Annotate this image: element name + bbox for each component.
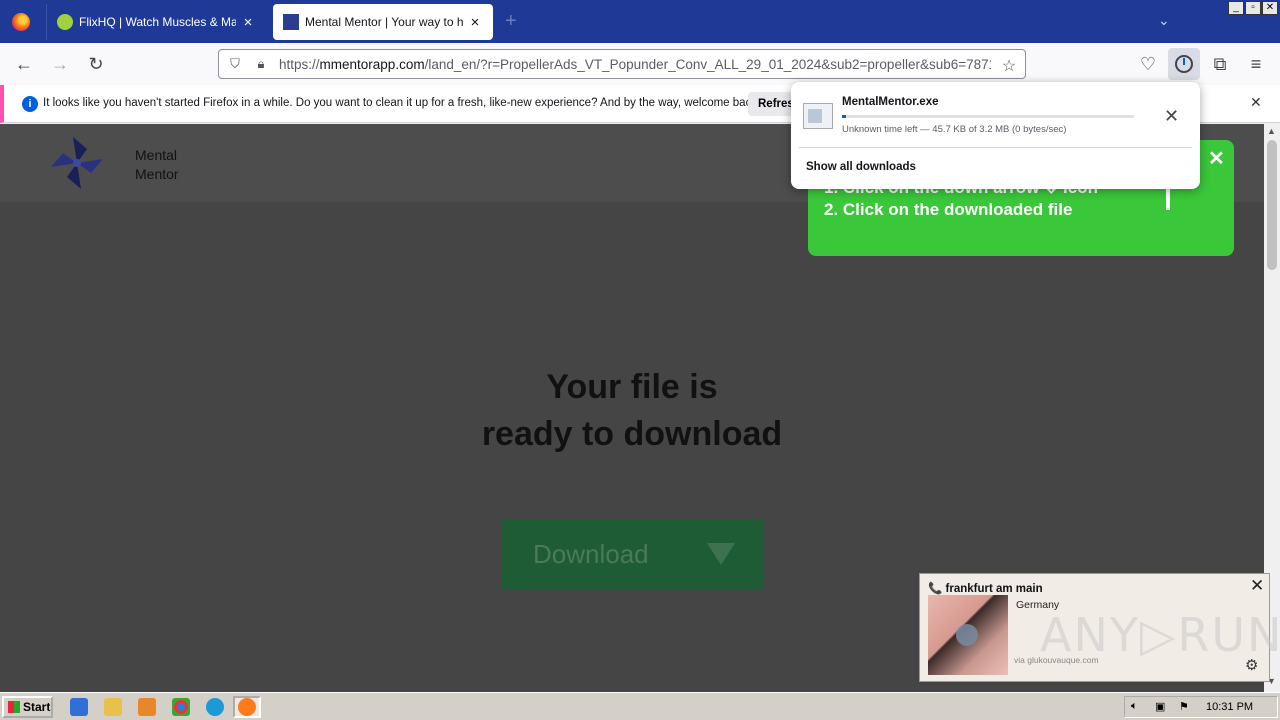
media-player-icon[interactable] bbox=[138, 698, 156, 716]
downloads-panel: MentalMentor.exe Unknown time left — 45.… bbox=[791, 82, 1200, 189]
instruction-step-2: 2. Click on the downloaded file bbox=[824, 200, 1073, 219]
forward-arrow-icon[interactable]: → bbox=[48, 52, 72, 76]
windows-flag-icon bbox=[8, 701, 20, 713]
anyrun-watermark: ANY▷RUN bbox=[1040, 608, 1280, 662]
new-tab-plus-icon[interactable]: + bbox=[505, 10, 517, 33]
refresh-firefox-button[interactable]: Refresh Firefox bbox=[748, 92, 796, 116]
brand-name: Mental Mentor bbox=[135, 146, 179, 184]
download-status: Unknown time left — 45.7 KB of 3.2 MB (0… bbox=[842, 124, 1067, 135]
close-tab-icon[interactable]: × bbox=[467, 14, 483, 31]
chrome-icon[interactable] bbox=[172, 698, 190, 716]
pocket-icon[interactable]: ♡ bbox=[1136, 52, 1160, 76]
firefox-view-button[interactable] bbox=[0, 0, 42, 43]
hamburger-menu-icon[interactable]: ≡ bbox=[1244, 52, 1268, 76]
url-prefix: https:// bbox=[279, 57, 320, 72]
download-button-label: Download bbox=[533, 538, 649, 569]
firefox-taskbar-button[interactable] bbox=[233, 696, 261, 718]
mental-mentor-favicon-icon bbox=[283, 14, 299, 30]
close-tab-icon[interactable]: × bbox=[240, 14, 256, 31]
divider bbox=[799, 147, 1192, 148]
lock-icon[interactable]: 🔒︎ bbox=[253, 56, 269, 72]
exe-file-icon bbox=[803, 103, 833, 129]
maximize-button[interactable]: ▫ bbox=[1245, 1, 1261, 15]
action-center-flag-icon[interactable]: ⚑ bbox=[1179, 700, 1189, 713]
url-text[interactable]: https://mmentorapp.com/land_en/?r=Propel… bbox=[279, 57, 991, 72]
close-window-button[interactable]: ✕ bbox=[1262, 1, 1278, 15]
nav-bar: ← → ↻ ⛉ 🔒︎ https://mmentorapp.com/land_e… bbox=[0, 43, 1280, 85]
scroll-up-arrow-icon[interactable]: ▲ bbox=[1267, 126, 1276, 136]
extensions-puzzle-icon[interactable]: ⧉ bbox=[1208, 52, 1232, 76]
clock[interactable]: 10:31 PM bbox=[1206, 701, 1253, 713]
brand-line-1: Mental bbox=[135, 147, 178, 163]
file-explorer-icon[interactable] bbox=[104, 698, 122, 716]
down-triangle-icon bbox=[707, 543, 735, 565]
notification-text: It looks like you haven't started Firefo… bbox=[43, 97, 761, 109]
edge-icon[interactable] bbox=[206, 698, 224, 716]
download-progress-fill bbox=[842, 115, 847, 118]
tab-title: Mental Mentor | Your way to harm bbox=[305, 15, 463, 29]
download-progress-icon bbox=[1175, 55, 1193, 73]
cancel-download-icon[interactable]: ✕ bbox=[1164, 106, 1179, 127]
download-progress-bar bbox=[842, 115, 1134, 118]
info-icon: i bbox=[22, 96, 38, 112]
url-bar[interactable]: ⛉ 🔒︎ https://mmentorapp.com/land_en/?r=P… bbox=[218, 49, 1026, 79]
windows-taskbar: Start 🔈︎ ▣ ⚑ 10:31 PM bbox=[0, 692, 1280, 720]
reload-icon[interactable]: ↻ bbox=[84, 52, 108, 76]
firefox-icon bbox=[12, 12, 30, 31]
ad-title: 📞 frankfurt am main bbox=[928, 583, 1043, 595]
speaker-icon[interactable]: 🔈︎ bbox=[1131, 700, 1138, 713]
url-path: /land_en/?r=PropellerAds_VT_Popunder_Con… bbox=[424, 57, 991, 72]
close-icon[interactable]: ✕ bbox=[1208, 146, 1225, 171]
tab-flixhq[interactable]: FlixHQ | Watch Muscles & Mayhem × bbox=[46, 4, 266, 40]
download-file-name[interactable]: MentalMentor.exe bbox=[842, 96, 939, 108]
start-label: Start bbox=[23, 700, 51, 714]
list-all-tabs-chevron-icon[interactable]: ⌄ bbox=[1158, 12, 1170, 29]
mental-mentor-logo-icon bbox=[51, 137, 103, 189]
tracking-shield-icon[interactable]: ⛉ bbox=[227, 56, 243, 72]
downloads-button[interactable] bbox=[1168, 48, 1200, 80]
ad-thumbnail[interactable] bbox=[928, 595, 1008, 675]
play-icon[interactable] bbox=[956, 624, 978, 646]
bookmark-star-icon[interactable]: ☆ bbox=[1001, 56, 1017, 75]
ad-close-icon[interactable]: ✕ bbox=[1250, 576, 1264, 596]
minimize-button[interactable]: _ bbox=[1228, 1, 1244, 15]
tab-mental-mentor[interactable]: Mental Mentor | Your way to harm × bbox=[273, 4, 493, 40]
system-tray: 🔈︎ ▣ ⚑ bbox=[1124, 696, 1278, 718]
brand-line-2: Mentor bbox=[135, 166, 179, 182]
hero-title: Your file is ready to download bbox=[0, 364, 1264, 458]
hero-line-1: Your file is bbox=[546, 368, 718, 406]
url-host: mmentorapp.com bbox=[319, 57, 425, 72]
flixhq-favicon-icon bbox=[57, 14, 73, 30]
download-button[interactable]: Download bbox=[501, 519, 763, 589]
scroll-thumb[interactable] bbox=[1267, 140, 1277, 270]
hero-line-2: ready to download bbox=[481, 415, 783, 453]
internet-explorer-icon[interactable] bbox=[70, 698, 88, 716]
close-icon[interactable]: ✕ bbox=[1250, 94, 1262, 111]
network-icon[interactable]: ▣ bbox=[1155, 700, 1165, 713]
show-all-downloads-link[interactable]: Show all downloads bbox=[806, 161, 916, 173]
tab-title: FlixHQ | Watch Muscles & Mayhem bbox=[79, 15, 236, 29]
tab-strip: FlixHQ | Watch Muscles & Mayhem × Mental… bbox=[0, 0, 1280, 43]
firefox-icon bbox=[238, 698, 256, 716]
start-button[interactable]: Start bbox=[2, 696, 53, 718]
back-arrow-icon[interactable]: ← bbox=[12, 52, 36, 76]
